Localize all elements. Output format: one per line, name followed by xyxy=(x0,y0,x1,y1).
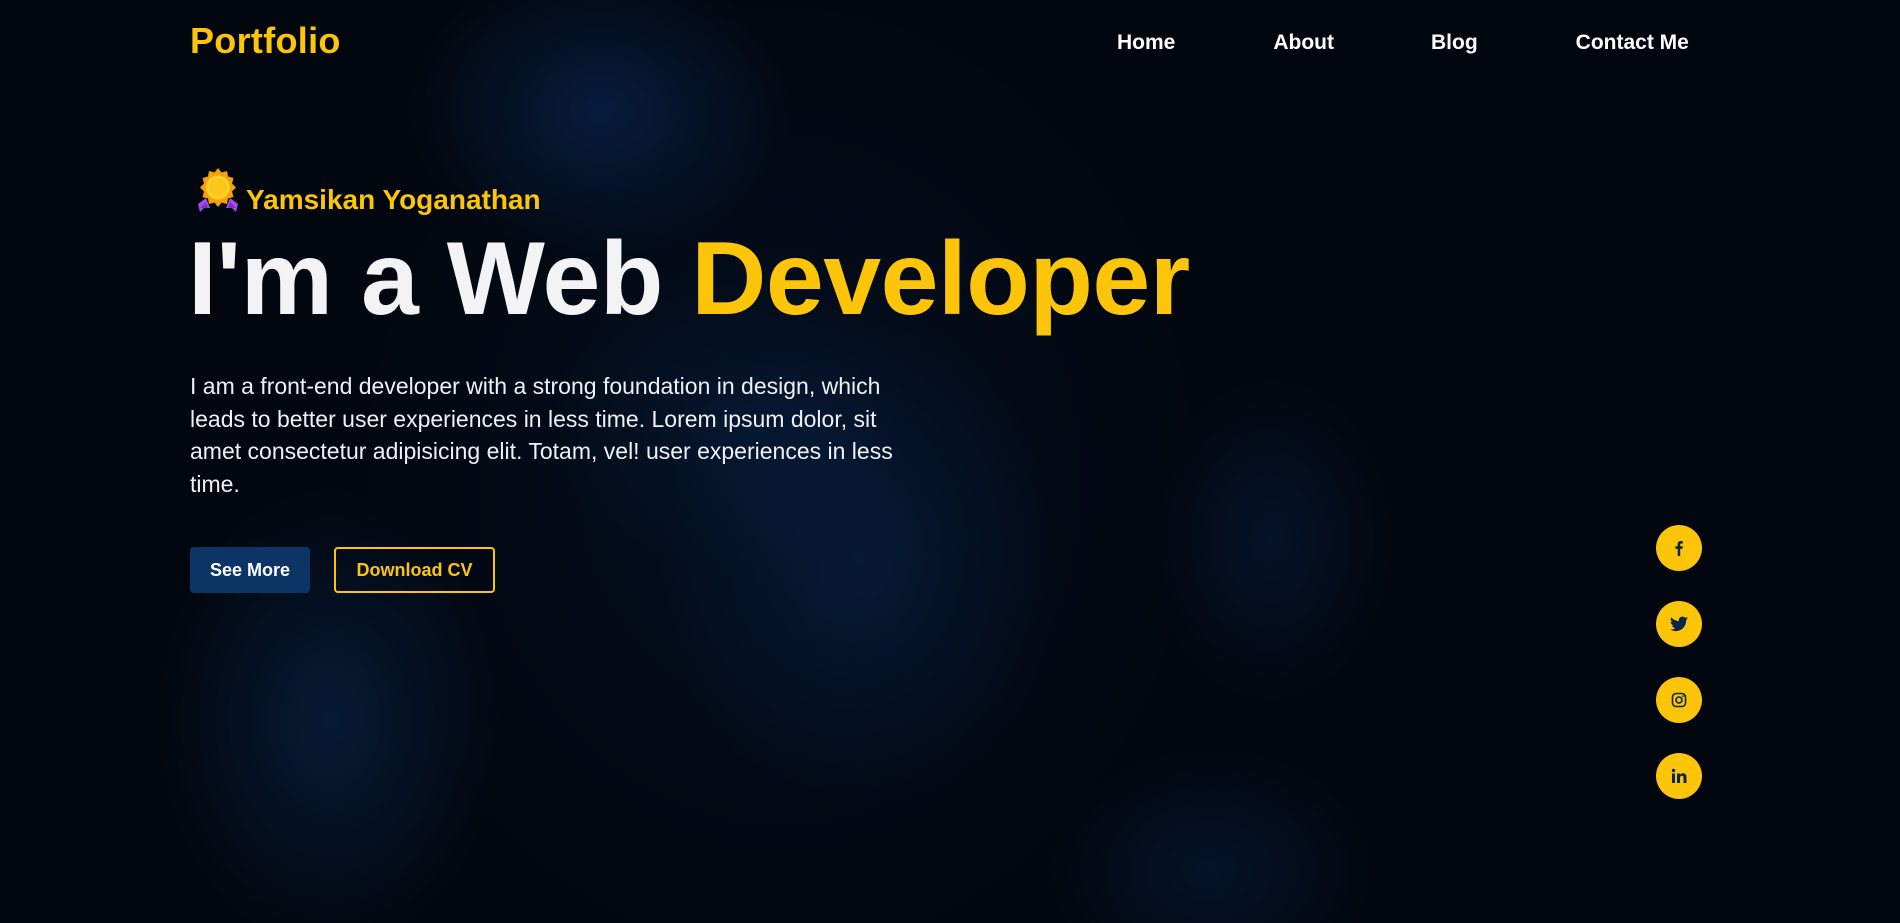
facebook-icon xyxy=(1675,541,1683,556)
social-links xyxy=(1656,525,1702,799)
download-cv-button[interactable]: Download CV xyxy=(334,547,495,593)
nav-home-link[interactable]: Home xyxy=(1117,31,1175,55)
nav-contact-link[interactable]: Contact Me xyxy=(1576,31,1689,55)
headline-accent-text: Developer xyxy=(691,221,1190,337)
author-name: Yamsikan Yoganathan xyxy=(246,184,541,215)
medal-badge-icon xyxy=(198,168,238,212)
main-nav: Home About Blog Contact Me xyxy=(1117,31,1689,55)
twitter-button[interactable] xyxy=(1656,601,1702,647)
instagram-icon xyxy=(1671,692,1687,708)
site-logo[interactable]: Portfolio xyxy=(190,20,341,62)
hero-description: I am a front-end developer with a strong… xyxy=(190,373,893,497)
intro-line: Yamsikan Yoganathan xyxy=(190,164,541,220)
nav-about-link[interactable]: About xyxy=(1273,31,1334,55)
linkedin-button[interactable] xyxy=(1656,753,1702,799)
headline-white-text: I'm a Web xyxy=(188,221,692,337)
nav-blog-link[interactable]: Blog xyxy=(1431,31,1478,55)
linkedin-icon xyxy=(1671,768,1687,783)
instagram-button[interactable] xyxy=(1656,677,1702,723)
hero-headline: I'm a Web Developer xyxy=(188,222,1190,336)
see-more-button[interactable]: See More xyxy=(190,547,310,593)
hero-actions: See More Download CV xyxy=(190,547,495,593)
twitter-icon xyxy=(1670,616,1688,632)
facebook-button[interactable] xyxy=(1656,525,1702,571)
